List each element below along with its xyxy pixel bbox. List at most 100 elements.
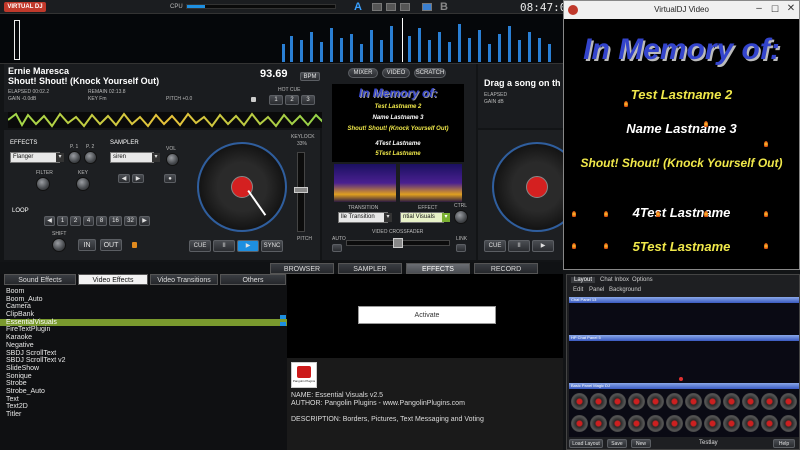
deck-right-play-button[interactable]: ▶ [532,240,554,252]
effect-list-item[interactable]: Strobe_Auto [0,388,287,396]
menu-panel[interactable]: Panel [589,287,604,293]
effect-list-item[interactable]: Negative [0,342,287,350]
close-icon[interactable]: ✕ [784,2,798,16]
effect-select-arrow-icon[interactable]: ▾ [56,153,64,162]
layout-icon-2[interactable] [386,3,396,11]
hot-cue-1-button[interactable]: 1 [269,95,283,105]
save-layout-button[interactable]: Save [607,439,627,448]
loop-out-button[interactable]: OUT [100,239,122,251]
load-layout-button[interactable]: Load Layout [569,439,603,448]
pause-button[interactable]: II [213,240,235,252]
help-button[interactable]: Help [773,439,795,448]
effects-list[interactable]: Boom Boom_Auto Camera ClipBank EssentialVisu… [0,288,287,448]
loop-size-2[interactable]: 2 [70,216,81,226]
sampler-prev-button[interactable]: ◀ [118,174,130,183]
deck-right-cue-button[interactable]: CUE [484,240,506,252]
layout-icon-3[interactable] [400,3,410,11]
waveform-overview[interactable] [0,14,563,64]
activate-button[interactable]: Activate [358,306,496,324]
play-button[interactable]: ▶ [237,240,259,252]
tab-browser[interactable]: BROWSER [270,263,334,274]
layout-canvas[interactable]: Chat Panel 13 HP Chat Panel 5 Basic Pane… [569,297,799,437]
auto-button[interactable] [332,244,342,252]
tab-video-effects[interactable]: Video Effects [78,274,148,285]
video-effect-select[interactable]: ntial Visuals [400,212,444,223]
hot-cue-3-button[interactable]: 3 [301,95,315,105]
tab-video[interactable]: VIDEO [382,68,410,78]
effect-list-item[interactable]: Camera [0,303,287,311]
effect-p1-knob[interactable] [68,151,81,164]
tab-sound-effects[interactable]: Sound Effects [4,274,76,285]
link-button[interactable] [456,244,466,252]
effect-p2-knob[interactable] [84,151,97,164]
shift-knob[interactable] [52,238,66,252]
menu-edit[interactable]: Edit [573,287,583,293]
transition-select[interactable]: lle Transition [338,212,388,223]
loop-halve-button[interactable]: ◀ [44,216,55,226]
tab-sampler[interactable]: SAMPLER [338,263,402,274]
transition-arrow-icon[interactable]: ▾ [384,213,392,222]
effect-list-item[interactable]: SlideShow [0,365,287,373]
layout-icon-1[interactable] [372,3,382,11]
video-crossfader-handle[interactable] [393,238,403,248]
bpm-button[interactable]: BPM [300,72,320,81]
hot-cue-2-button[interactable]: 2 [285,95,299,105]
sampler-play-button[interactable]: ▶ [132,174,144,183]
tab-effects[interactable]: EFFECTS [406,263,470,274]
video-crossfader[interactable] [346,238,450,248]
video-window-titlebar[interactable]: VirtualDJ Video – ☐ ✕ [564,1,799,19]
loop-size-1[interactable]: 1 [57,216,68,226]
video-effect-arrow-icon[interactable]: ▾ [442,213,450,222]
pitch-slider-handle[interactable] [294,187,308,193]
effect-list-item[interactable]: ClipBank [0,311,287,319]
effect-list-item[interactable]: Text2D [0,403,287,411]
sampler-select[interactable]: siren [110,152,154,163]
loop-size-32[interactable]: 32 [124,216,137,226]
tab-scratch[interactable]: SCRATCH [414,68,446,78]
effect-list-item[interactable]: EssentialVisuals [0,318,287,327]
sampler-select-arrow-icon[interactable]: ▾ [152,153,160,162]
tab-options[interactable]: Options [629,277,656,283]
effect-list-item[interactable]: Boom [0,288,287,296]
tab-record[interactable]: RECORD [474,263,538,274]
jog-wheel-left[interactable] [197,142,287,232]
pitch-slider[interactable] [294,152,308,232]
loop-size-4[interactable]: 4 [83,216,94,226]
layout-panel-bar-3[interactable]: Basic Panel Magic DJ [569,383,799,389]
loop-double-button[interactable]: ▶ [139,216,150,226]
effect-list-item[interactable]: Text [0,396,287,404]
loop-size-8[interactable]: 8 [96,216,107,226]
minimize-icon[interactable]: – [752,2,766,16]
new-layout-button[interactable]: New [631,439,651,448]
effect-list-item[interactable]: SBDJ ScrollText [0,350,287,358]
effect-list-item[interactable]: Sonique [0,373,287,381]
lock-icon[interactable] [251,97,256,102]
effect-list-item[interactable]: Strobe [0,380,287,388]
video-window[interactable]: VirtualDJ Video – ☐ ✕ In Memory of: Test… [563,0,800,270]
loop-lock-icon[interactable] [132,242,137,248]
deck-right-pause-button[interactable]: II [508,240,530,252]
cue-button[interactable]: CUE [189,240,211,252]
tab-layout[interactable]: Layout [571,277,596,283]
layout-panel-bar-1[interactable]: Chat Panel 13 [569,297,799,303]
loop-in-button[interactable]: IN [78,239,96,251]
loop-size-16[interactable]: 16 [109,216,122,226]
effect-select[interactable]: Flanger [10,152,60,163]
tab-video-transitions[interactable]: Video Transitions [150,274,218,285]
ctrl-knob[interactable] [454,210,468,224]
layout-icon-4[interactable] [422,3,432,11]
sync-button[interactable]: SYNC [261,240,283,252]
video-thumb-right[interactable] [400,164,462,202]
effect-list-item[interactable]: FireTextPlugin [0,326,287,334]
effect-list-item[interactable]: Karaoke [0,334,287,342]
effect-list-item[interactable]: Boom_Auto [0,296,287,304]
deck-left-waveform[interactable] [7,112,329,128]
filter-knob[interactable] [36,177,50,191]
key-knob[interactable] [76,177,90,191]
layout-panel-bar-2[interactable]: HP Chat Panel 5 [569,335,799,341]
sampler-vol-knob[interactable] [166,153,179,166]
deck-a-indicator[interactable]: A [354,1,362,13]
effect-list-item[interactable]: SBDJ ScrollText v2 [0,357,287,365]
menu-background[interactable]: Background [609,287,641,293]
video-thumb-left[interactable] [334,164,396,202]
